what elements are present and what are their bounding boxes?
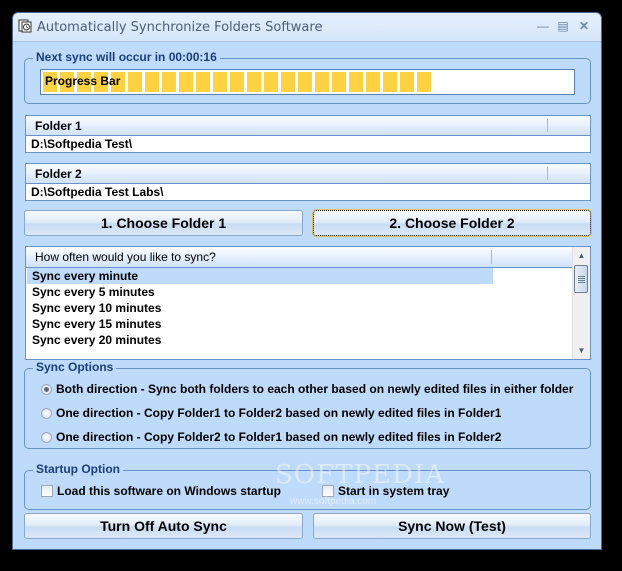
column-separator xyxy=(491,250,492,264)
maximize-icon[interactable]: ▤ xyxy=(554,19,572,33)
folder-2-label: Folder 2 xyxy=(35,167,82,181)
choose-folder-1-button[interactable]: 1. Choose Folder 1 xyxy=(24,210,303,236)
frequency-list-header[interactable]: How often would you like to sync? xyxy=(26,247,572,268)
folder-1-label: Folder 1 xyxy=(35,119,82,133)
folder-2-box: Folder 2 D:\Softpedia Test Labs\ xyxy=(25,163,591,201)
scroll-thumb[interactable] xyxy=(574,265,588,293)
sync-options-group: Sync Options Both direction - Sync both … xyxy=(24,360,591,449)
grip-line xyxy=(578,282,585,283)
load-on-startup-label: Load this software on Windows startup xyxy=(57,484,281,498)
list-item[interactable]: Sync every 10 minutes xyxy=(27,300,493,316)
list-item[interactable]: Sync every 15 minutes xyxy=(27,316,493,332)
sync-option-2-to-1-label: One direction - Copy Folder2 to Folder1 … xyxy=(56,430,502,444)
grip-line xyxy=(578,278,585,279)
sync-now-button[interactable]: Sync Now (Test) xyxy=(313,513,591,539)
sync-option-2-to-1[interactable]: One direction - Copy Folder2 to Folder1 … xyxy=(41,430,501,444)
sync-frequency-list[interactable]: How often would you like to sync? Sync e… xyxy=(25,246,591,360)
sync-option-1-to-2-label: One direction - Copy Folder1 to Folder2 … xyxy=(56,406,502,420)
countdown-label: Next sync will occur in 00:00:16 xyxy=(33,50,220,64)
grip-line xyxy=(578,276,585,277)
sync-progress-bar: Progress Bar xyxy=(40,69,575,95)
folder-1-box: Folder 1 D:\Softpedia Test\ xyxy=(25,115,591,153)
grip-line xyxy=(578,280,585,281)
column-separator xyxy=(547,119,548,132)
choose-folder-2-button[interactable]: 2. Choose Folder 2 xyxy=(312,209,592,237)
list-item[interactable]: Sync every 20 minutes xyxy=(27,332,493,348)
list-item[interactable]: Sync every minute xyxy=(27,268,493,284)
sync-option-both-label: Both direction - Sync both folders to ea… xyxy=(56,382,574,396)
minimize-icon[interactable]: — xyxy=(534,19,552,33)
checkbox-icon[interactable] xyxy=(41,485,53,497)
folder-2-path[interactable]: D:\Softpedia Test Labs\ xyxy=(31,185,163,199)
scroll-up-icon[interactable]: ▲ xyxy=(573,247,590,264)
turn-off-auto-sync-button[interactable]: Turn Off Auto Sync xyxy=(24,513,303,539)
scroll-down-icon[interactable]: ▼ xyxy=(573,342,590,359)
window-title: Automatically Synchronize Folders Softwa… xyxy=(37,20,323,35)
progress-text: Progress Bar xyxy=(45,74,121,88)
list-item[interactable]: Sync every 5 minutes xyxy=(27,284,493,300)
folder-1-path[interactable]: D:\Softpedia Test\ xyxy=(31,137,132,151)
column-separator xyxy=(547,167,548,180)
load-on-startup-checkbox[interactable]: Load this software on Windows startup xyxy=(41,484,281,498)
folder-1-header[interactable]: Folder 1 xyxy=(26,116,590,136)
watermark: SOFTPEDIA xyxy=(275,460,445,490)
close-icon[interactable]: ✕ xyxy=(575,19,593,33)
vertical-scrollbar[interactable]: ▲ ▼ xyxy=(572,247,590,359)
radio-checked-icon[interactable] xyxy=(41,384,52,395)
sync-folder-icon xyxy=(18,19,32,33)
watermark-url: www.softpedia.com xyxy=(290,496,377,507)
radio-unchecked-icon[interactable] xyxy=(41,432,52,443)
sync-option-1-to-2[interactable]: One direction - Copy Folder1 to Folder2 … xyxy=(41,406,501,420)
sync-option-both[interactable]: Both direction - Sync both folders to ea… xyxy=(41,382,573,396)
radio-unchecked-icon[interactable] xyxy=(41,408,52,419)
folder-2-header[interactable]: Folder 2 xyxy=(26,164,590,184)
frequency-list-header-label: How often would you like to sync? xyxy=(35,250,216,264)
startup-option-label: Startup Option xyxy=(33,462,123,476)
title-bar[interactable]: Automatically Synchronize Folders Softwa… xyxy=(13,13,601,42)
sync-options-label: Sync Options xyxy=(33,360,117,374)
